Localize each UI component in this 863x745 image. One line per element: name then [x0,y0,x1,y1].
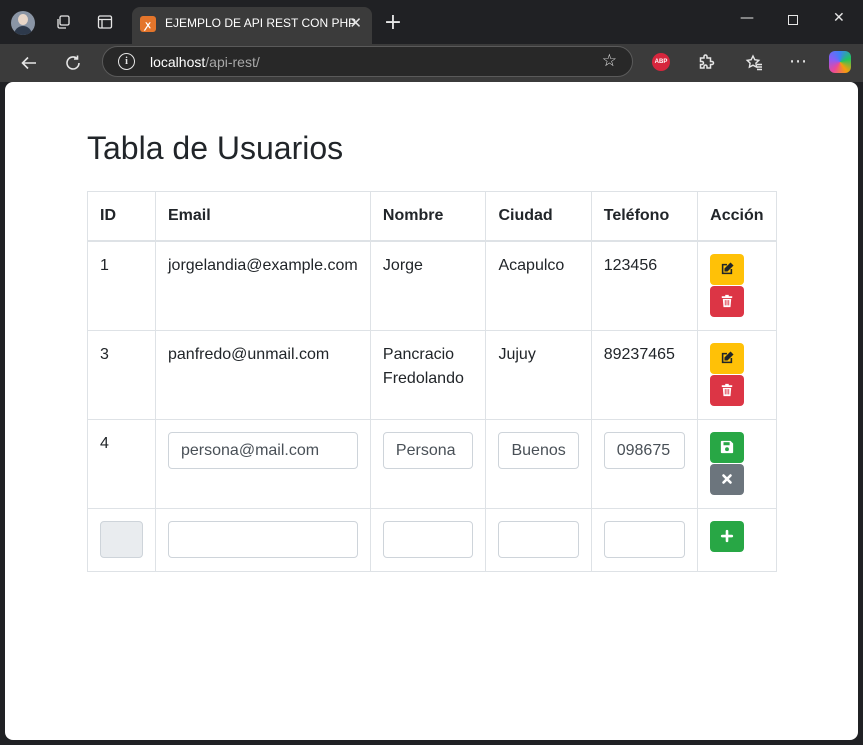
browser-toolbar: i localhost/api-rest/ ☆ ⋯ [0,44,863,82]
close-tab-icon[interactable]: ✕ [349,14,362,32]
workspaces-icon[interactable] [54,13,72,31]
cell-id: 1 [87,240,156,331]
active-tab[interactable]: ꭗ EJEMPLO DE API REST CON PHP ✕ [132,7,372,44]
cell-nombre: Jorge [369,240,487,331]
edit-telefono-input[interactable]: 098675 [603,431,686,469]
delete-button[interactable] [710,285,745,317]
profile-avatar[interactable] [11,11,35,35]
new-user-row [87,507,777,572]
new-telefono-input[interactable] [603,520,686,558]
close-icon [722,474,732,484]
adblock-icon[interactable]: ABP [652,53,670,71]
copilot-icon[interactable] [829,51,851,73]
extensions-icon[interactable] [695,52,717,74]
edit-icon [721,351,734,364]
table-row: 3 panfredo@unmail.com Pancracio Fredolan… [87,329,777,420]
url-text: localhost/api-rest/ [150,54,260,70]
save-button[interactable] [710,431,745,463]
maximize-icon[interactable] [788,15,798,25]
header-accion: Acción [697,191,777,242]
favorite-star-icon[interactable]: ☆ [602,51,617,71]
cell-ciudad: Acapulco [485,240,592,331]
cell-actions [697,240,777,331]
tab-title: EJEMPLO DE API REST CON PHP [165,16,357,30]
edit-button[interactable] [710,342,745,374]
cell-id: 3 [87,329,156,420]
cell-telefono: 098675 [590,418,699,509]
edit-email-input[interactable]: persona@mail.com [168,431,358,469]
cell-ciudad [485,507,592,572]
new-ciudad-input[interactable] [498,520,579,558]
back-icon[interactable] [18,52,40,74]
plus-icon [721,529,734,543]
new-nombre-input[interactable] [382,520,474,558]
cell-actions [697,507,777,572]
add-button[interactable] [710,520,745,552]
save-icon [721,440,734,454]
cancel-button[interactable] [710,463,745,495]
cell-actions [697,329,777,420]
cell-telefono: 89237465 [590,329,699,420]
address-bar[interactable]: i localhost/api-rest/ ☆ [102,46,633,77]
browser-titlebar: ꭗ EJEMPLO DE API REST CON PHP ✕ + — ✕ [0,0,863,44]
cell-email: persona@mail.com [155,418,371,509]
new-email-input[interactable] [168,520,358,558]
trash-icon [721,383,733,397]
delete-button[interactable] [710,374,745,406]
cell-nombre: Persona [369,418,487,509]
cell-telefono: 123456 [590,240,699,331]
cell-email [155,507,371,572]
table-row: 1 jorgelandia@example.com Jorge Acapulco… [87,240,777,331]
more-menu-icon[interactable]: ⋯ [787,50,809,72]
cell-ciudad: Buenos [485,418,592,509]
site-info-icon[interactable]: i [118,53,135,70]
cell-nombre [369,507,487,572]
refresh-icon[interactable] [62,52,84,74]
trash-icon [721,294,733,308]
cell-telefono [590,507,699,572]
favorites-icon[interactable] [743,52,765,74]
cell-actions [697,418,777,509]
edit-icon [721,262,734,275]
tab-actions-icon[interactable] [96,13,114,31]
edit-ciudad-input[interactable]: Buenos [498,431,579,469]
header-nombre: Nombre [369,191,487,242]
header-ciudad: Ciudad [485,191,592,242]
header-id: ID [87,191,156,242]
page-title: Tabla de Usuarios [87,130,344,166]
new-id-input [100,520,143,558]
table-header-row: ID Email Nombre Ciudad Teléfono Acción [87,191,777,242]
editing-row: 4 persona@mail.com Persona Buenos 098675 [87,418,777,509]
cell-ciudad: Jujuy [485,329,592,420]
cell-id: 4 [87,418,156,509]
new-tab-icon[interactable]: + [384,10,402,35]
edit-button[interactable] [710,253,745,285]
cell-id [87,507,156,572]
header-email: Email [155,191,371,242]
xampp-icon: ꭗ [140,16,156,32]
users-table: ID Email Nombre Ciudad Teléfono Acción 1… [87,191,777,572]
header-telefono: Teléfono [590,191,699,242]
cell-email: jorgelandia@example.com [155,240,371,331]
edit-nombre-input[interactable]: Persona [382,431,474,469]
cell-email: panfredo@unmail.com [155,329,371,420]
minimize-icon[interactable]: — [740,10,754,26]
page-viewport: Tabla de Usuarios ID Email Nombre Ciudad… [5,82,858,740]
close-window-icon[interactable]: ✕ [833,10,845,26]
cell-nombre: Pancracio Fredolando [369,329,487,420]
